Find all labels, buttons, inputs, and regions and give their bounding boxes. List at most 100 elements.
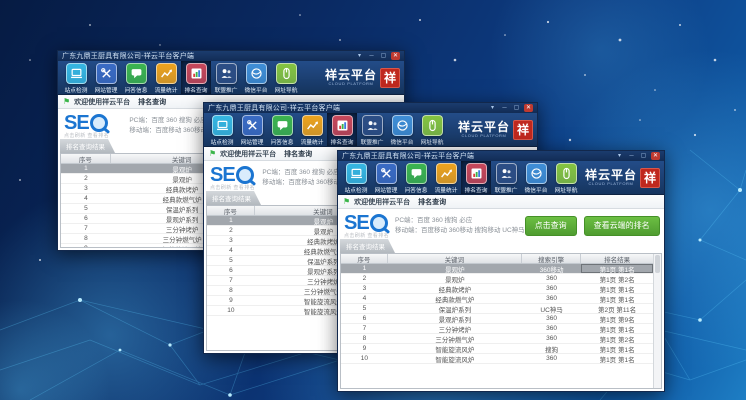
site-monitor-icon (66, 63, 87, 84)
row-number: 4 (341, 294, 388, 303)
union-promo-icon (362, 115, 383, 136)
engine-cell: 360 (522, 274, 581, 283)
magnifier-icon (236, 166, 254, 184)
skin-button[interactable]: ▾ (355, 52, 364, 60)
tab-ranking-results[interactable]: 排名查询结果 (340, 239, 395, 253)
toolbar-item-site-manage[interactable]: 网站管理 (91, 61, 121, 94)
toolbar-item-union-promo[interactable]: 联盟推广 (357, 113, 387, 146)
toolbar-item-site-manage[interactable]: 网站管理 (371, 161, 401, 194)
toolbar-item-qa-info[interactable]: 问答信息 (121, 61, 151, 94)
toolbar-item-label: 流量统计 (435, 185, 458, 194)
toolbar-item-rank-query[interactable]: 排名查询 (327, 113, 357, 146)
table-row[interactable]: 10智能旋流风炉360第1页 第1名 (341, 354, 653, 364)
toolbar-item-site-nav[interactable]: 网址导航 (271, 61, 301, 94)
query-button[interactable]: 点击查询 (525, 216, 577, 236)
toolbar-item-union-promo[interactable]: 联盟推广 (491, 161, 521, 194)
toolbar: 站点检测网站管理问答信息流量统计排名查询联盟推广微信平台网址导航 祥云平台 CL… (338, 161, 664, 195)
maximize-button[interactable]: ▢ (379, 52, 388, 60)
seo-logo: SE 点击刷新 查看排名 (210, 165, 256, 191)
row-number: 5 (341, 304, 388, 313)
column-header[interactable]: 序号 (207, 206, 255, 215)
skin-button[interactable]: ▾ (488, 104, 497, 112)
keyword-cell: 景观炉 (388, 264, 522, 273)
engine-cell: 360 (522, 354, 581, 363)
maximize-button[interactable]: ▢ (512, 104, 521, 112)
table-body: 1景观炉360移动第1页 第1名2景观炉360第1页 第2名3经典款烤炉360第… (341, 264, 653, 364)
toolbar-item-site-nav[interactable]: 网址导航 (551, 161, 581, 194)
table-row[interactable]: 2景观炉360第1页 第2名 (341, 274, 653, 284)
table-row[interactable]: 8三分钟燃气炉360第1页 第2名 (341, 334, 653, 344)
keyword-cell: 保温炉系列 (388, 304, 522, 313)
table-row[interactable]: 1景观炉360移动第1页 第1名 (341, 264, 653, 274)
table-row[interactable]: 7三分钟烤炉360第1页 第1名 (341, 324, 653, 334)
row-number: 10 (341, 354, 388, 363)
brand-subtitle: CLOUD PLATFORM (458, 134, 510, 138)
title-bar[interactable]: 广东九鼎王厨具有限公司-祥云平台客户端 ▾─▢✕ (204, 103, 537, 113)
table-scrollbar[interactable] (653, 254, 661, 388)
column-header[interactable]: 排名结果 (581, 254, 653, 263)
result-cell: 第2页 第11名 (581, 304, 653, 313)
toolbar-item-traffic-stats[interactable]: 流量统计 (297, 113, 327, 146)
close-button[interactable]: ✕ (524, 104, 533, 112)
window-title: 广东九鼎王厨具有限公司-祥云平台客户端 (342, 151, 615, 161)
toolbar-item-site-manage[interactable]: 网站管理 (237, 113, 267, 146)
toolbar-item-site-monitor[interactable]: 站点检测 (61, 61, 91, 94)
toolbar-item-wechat-platform[interactable]: 微信平台 (241, 61, 271, 94)
toolbar-item-traffic-stats[interactable]: 流量统计 (431, 161, 461, 194)
toolbar-item-site-monitor[interactable]: 站点检测 (341, 161, 371, 194)
toolbar-item-site-monitor[interactable]: 站点检测 (207, 113, 237, 146)
minimize-button[interactable]: ─ (367, 52, 376, 60)
minimize-button[interactable]: ─ (500, 104, 509, 112)
column-header[interactable]: 序号 (61, 154, 111, 163)
site-monitor-icon (212, 115, 233, 136)
title-bar[interactable]: 广东九鼎王厨具有限公司-祥云平台客户端 ▾─▢✕ (58, 51, 404, 61)
toolbar-item-wechat-platform[interactable]: 微信平台 (387, 113, 417, 146)
table-row[interactable]: 6景观炉系列360第1页 第9名 (341, 314, 653, 324)
toolbar-item-label: 问答信息 (125, 85, 148, 94)
engine-cell: 360 (522, 284, 581, 293)
window-title: 广东九鼎王厨具有限公司-祥云平台客户端 (62, 51, 355, 61)
window-controls: ▾─▢✕ (615, 152, 660, 160)
toolbar-item-site-nav[interactable]: 网址导航 (417, 113, 447, 146)
welcome-text: 欢迎使用祥云平台 (354, 197, 410, 207)
toolbar-item-traffic-stats[interactable]: 流量统计 (151, 61, 181, 94)
toolbar-item-label: 网站管理 (95, 85, 118, 94)
scrollbar-thumb[interactable] (655, 255, 660, 273)
table-row[interactable]: 5保温炉系列UC神马第2页 第11名 (341, 304, 653, 314)
toolbar-item-qa-info[interactable]: 问答信息 (401, 161, 431, 194)
brand-name: 祥云平台 (585, 169, 637, 181)
toolbar-item-qa-info[interactable]: 问答信息 (267, 113, 297, 146)
close-button[interactable]: ✕ (651, 152, 660, 160)
site-nav-icon (276, 63, 297, 84)
column-header[interactable]: 序号 (341, 254, 388, 263)
engine-cell: 搜狗 (522, 344, 581, 353)
toolbar-item-rank-query[interactable]: 排名查询 (181, 61, 211, 94)
brand-name: 祥云平台 (458, 121, 510, 133)
table-row[interactable]: 4经典款燃气炉360第1页 第1名 (341, 294, 653, 304)
skin-button[interactable]: ▾ (615, 152, 624, 160)
close-button[interactable]: ✕ (391, 52, 400, 60)
row-number: 6 (341, 314, 388, 323)
brand: 祥云平台 CLOUD PLATFORM 祥 (585, 161, 661, 194)
tab-ranking-results[interactable]: 排名查询结果 (206, 191, 261, 205)
toolbar-item-label: 微信平台 (391, 137, 414, 146)
brand-subtitle: CLOUD PLATFORM (585, 182, 637, 186)
title-bar[interactable]: 广东九鼎王厨具有限公司-祥云平台客户端 ▾─▢✕ (338, 151, 664, 161)
toolbar-item-union-promo[interactable]: 联盟推广 (211, 61, 241, 94)
tab-ranking-results[interactable]: 排名查询结果 (60, 139, 115, 153)
tab-row: 排名查询结果 (338, 242, 664, 253)
toolbar-item-wechat-platform[interactable]: 微信平台 (521, 161, 551, 194)
keyword-cell: 三分钟燃气炉 (388, 334, 522, 343)
minimize-button[interactable]: ─ (627, 152, 636, 160)
keyword-cell: 智能旋流风炉 (388, 344, 522, 353)
welcome-section-label: 排名查询 (284, 149, 312, 159)
app-window-front[interactable]: 广东九鼎王厨具有限公司-祥云平台客户端 ▾─▢✕ 站点检测网站管理问答信息流量统… (337, 150, 665, 392)
view-cloud-ranking-button[interactable]: 查看云端的排名 (584, 216, 660, 236)
maximize-button[interactable]: ▢ (639, 152, 648, 160)
table-row[interactable]: 9智能旋流风炉搜狗第1页 第1名 (341, 344, 653, 354)
column-header[interactable]: 搜索引擎 (522, 254, 581, 263)
toolbar-item-rank-query[interactable]: 排名查询 (461, 161, 491, 194)
row-number: 7 (61, 224, 111, 233)
table-row[interactable]: 3经典款烤炉360第1页 第1名 (341, 284, 653, 294)
column-header[interactable]: 关键词 (388, 254, 522, 263)
